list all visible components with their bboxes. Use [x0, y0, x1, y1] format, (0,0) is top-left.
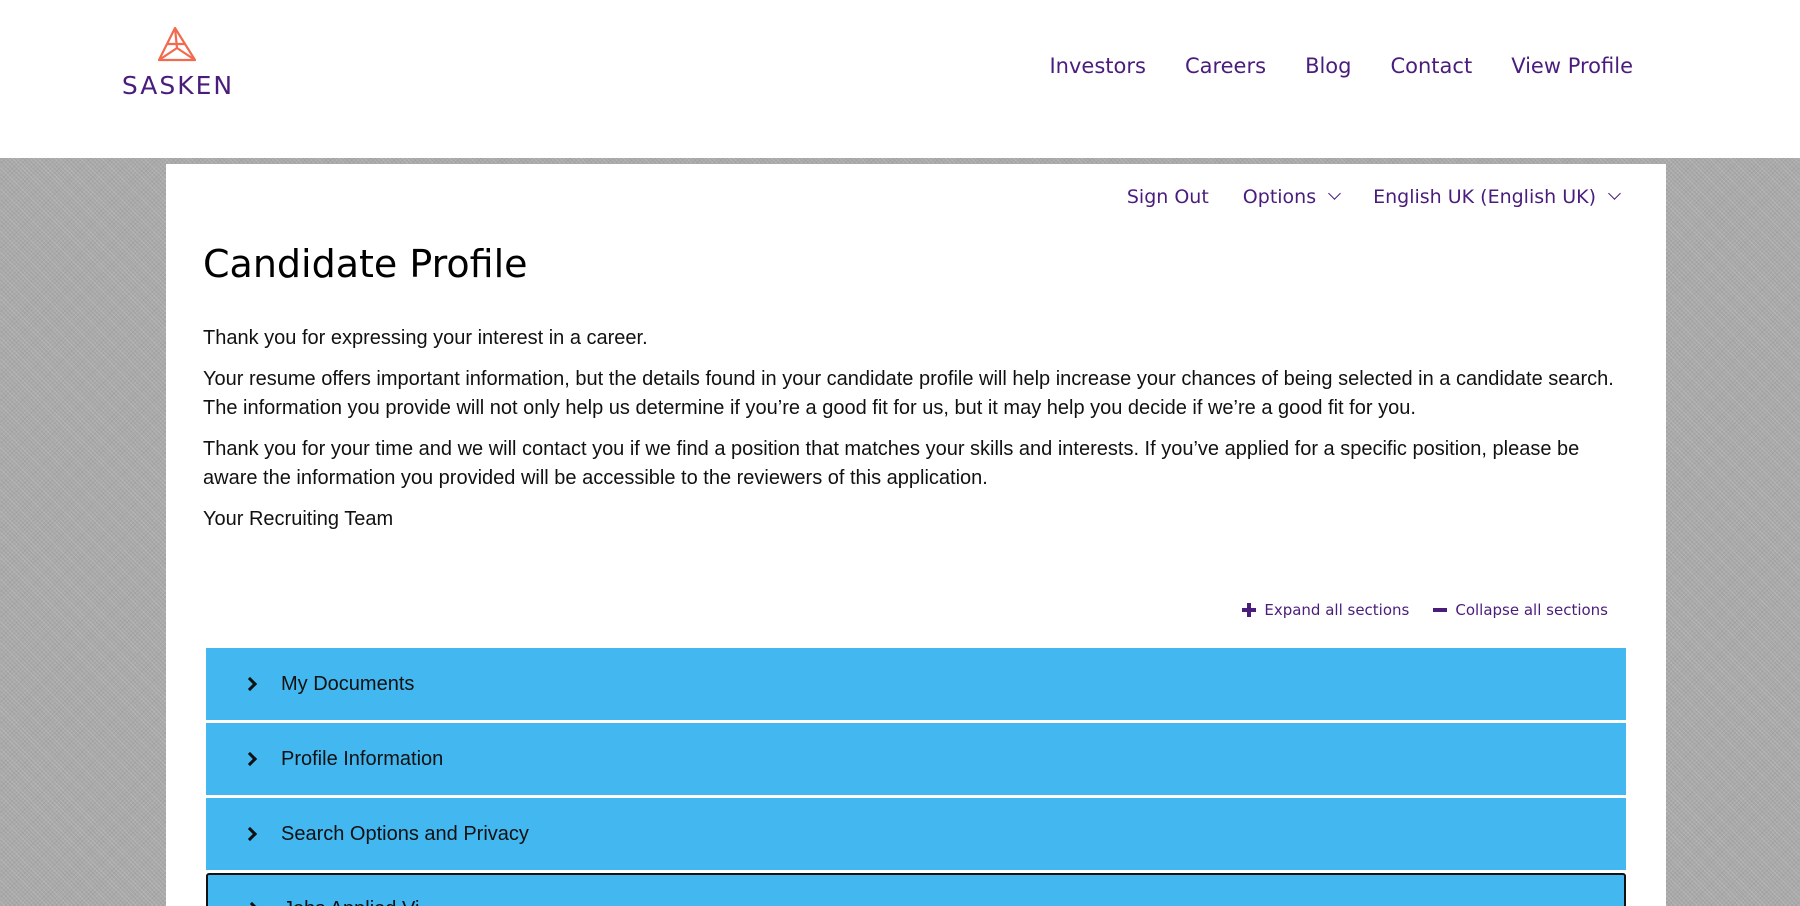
intro-text: Thank you for expressing your interest i…	[203, 324, 1623, 546]
section-profile-information[interactable]: Profile Information	[206, 723, 1626, 795]
nav-contact[interactable]: Contact	[1390, 54, 1472, 78]
intro-paragraph: Your resume offers important information…	[203, 368, 1614, 419]
chevron-right-icon	[242, 676, 258, 692]
chevron-down-icon	[1328, 186, 1341, 200]
minus-icon	[1433, 603, 1448, 617]
language-dropdown[interactable]: English UK (English UK)	[1373, 186, 1621, 208]
chevron-right-icon	[242, 751, 258, 767]
content-panel: Sign Out Options English UK (English UK)…	[166, 164, 1666, 906]
top-navigation: Investors Careers Blog Contact View Prof…	[1010, 54, 1633, 78]
options-label: Options	[1242, 186, 1317, 208]
logo-wordmark: SASKEN	[121, 71, 235, 100]
section-label: My Documents	[281, 672, 415, 695]
section-jobs-applied[interactable]: Jobs Applied Vi	[206, 873, 1626, 906]
sasken-logo[interactable]: SASKEN	[113, 24, 243, 104]
nav-view-profile[interactable]: View Profile	[1511, 54, 1633, 78]
plus-icon	[1242, 603, 1257, 617]
expand-all-button[interactable]: Expand all sections	[1242, 601, 1409, 619]
logo-mark-icon	[157, 26, 197, 62]
page-title: Candidate Profile	[203, 242, 528, 286]
collapse-all-button[interactable]: Collapse all sections	[1433, 601, 1608, 619]
language-label: English UK (English UK)	[1373, 186, 1596, 208]
sign-out-link[interactable]: Sign Out	[1127, 186, 1209, 208]
utility-bar: Sign Out Options English UK (English UK)	[1093, 186, 1621, 208]
chevron-right-icon	[244, 901, 260, 906]
section-my-documents[interactable]: My Documents	[206, 648, 1626, 720]
section-search-options-privacy[interactable]: Search Options and Privacy	[206, 798, 1626, 870]
sign-out-label: Sign Out	[1126, 186, 1209, 208]
collapse-all-label: Collapse all sections	[1455, 601, 1608, 619]
section-label: Search Options and Privacy	[281, 822, 529, 845]
section-controls: Expand all sections Collapse all section…	[1218, 601, 1608, 619]
nav-careers[interactable]: Careers	[1185, 54, 1266, 78]
expand-all-label: Expand all sections	[1264, 601, 1410, 619]
intro-paragraph: Thank you for your time and we will cont…	[203, 438, 1580, 489]
intro-paragraph: Thank you for expressing your interest i…	[203, 327, 648, 349]
profile-sections: My Documents Profile Information Search …	[206, 648, 1626, 906]
signature-line: Your Recruiting Team	[203, 508, 394, 530]
chevron-right-icon	[242, 826, 258, 842]
nav-blog[interactable]: Blog	[1305, 54, 1351, 78]
section-label: Jobs Applied Vi	[283, 898, 419, 906]
nav-investors[interactable]: Investors	[1049, 54, 1145, 78]
chevron-down-icon	[1608, 186, 1621, 200]
site-header: SASKEN Investors Careers Blog Contact Vi…	[0, 0, 1800, 158]
options-dropdown[interactable]: Options	[1242, 186, 1341, 208]
section-label: Profile Information	[281, 747, 444, 770]
